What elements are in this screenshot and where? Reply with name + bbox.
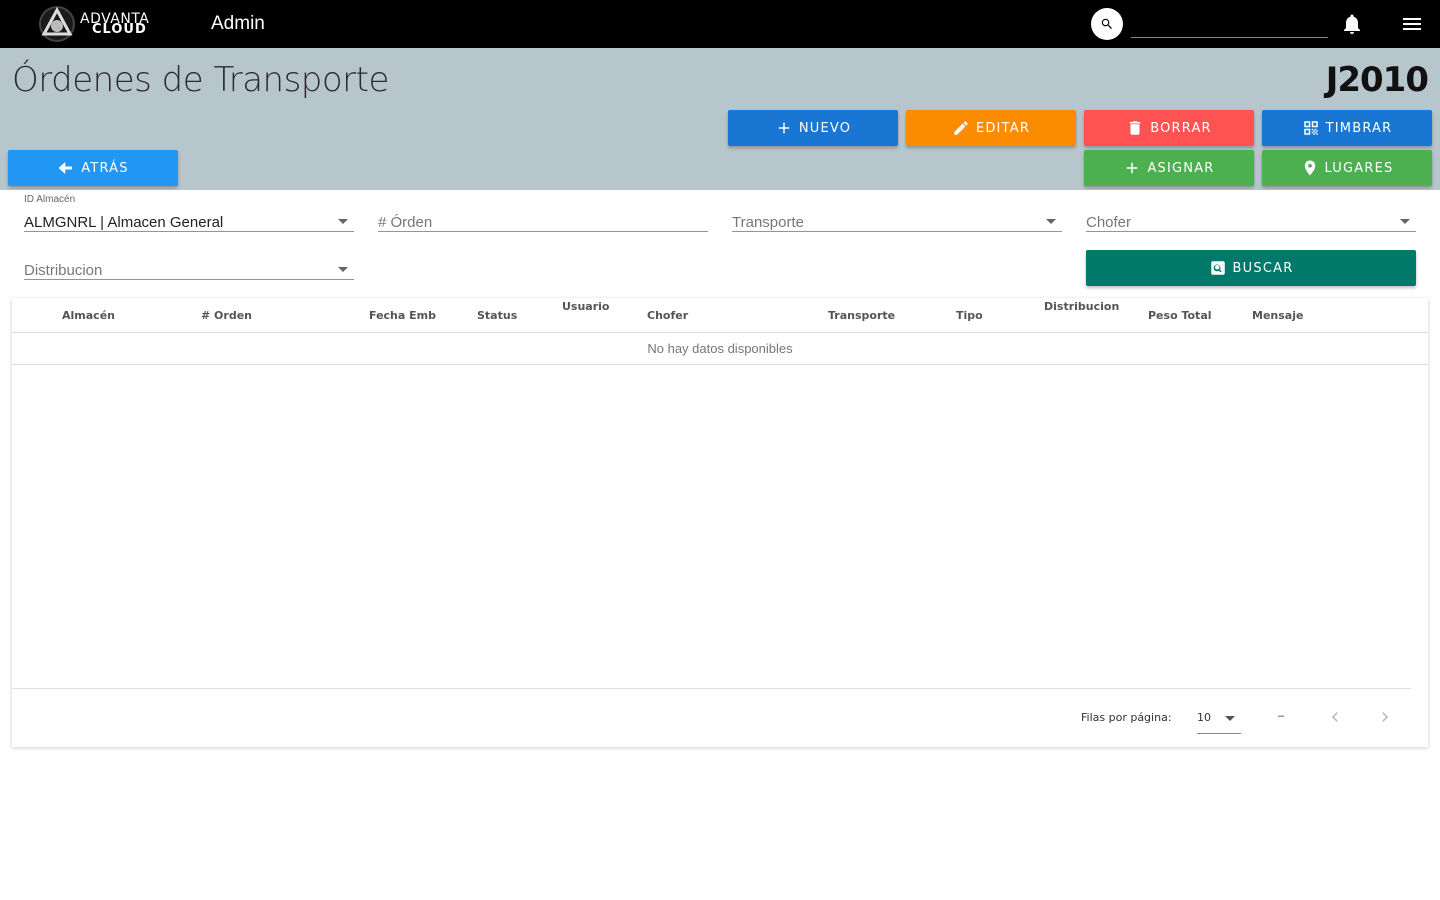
chevron-down-icon (1400, 219, 1410, 224)
transporte-select[interactable]: Transporte (732, 192, 1062, 232)
chevron-right-icon[interactable] (1375, 707, 1395, 727)
column-header-usuario[interactable]: Usuario (562, 300, 610, 313)
app-title: Admin (211, 13, 265, 34)
column-header-orden[interactable]: # Orden (201, 309, 252, 322)
plus-icon (778, 122, 790, 134)
distribucion-placeholder: Distribucion (24, 262, 103, 279)
nuevo-button[interactable]: NUEVO (728, 110, 898, 146)
rows-per-page-label: Filas por página: (1081, 711, 1172, 724)
timbrar-button[interactable]: TIMBRAR (1262, 110, 1432, 146)
column-header-transporte[interactable]: Transporte (828, 309, 895, 322)
pencil-icon (954, 121, 968, 135)
hamburger-menu-icon[interactable] (1400, 12, 1424, 36)
logo-mark-icon (39, 6, 75, 42)
pagination-range: – (1278, 710, 1285, 722)
column-header-fecha-emb[interactable]: Fecha Emb (369, 309, 436, 322)
lugares-button-label: LUGARES (1324, 160, 1394, 176)
almacen-select[interactable]: ID Almacén ALMGNRL | Almacen General (24, 192, 354, 232)
atras-button[interactable]: ATRÁS (8, 150, 178, 186)
chevron-down-icon (338, 219, 348, 224)
column-header-tipo[interactable]: Tipo (956, 309, 983, 322)
chevron-down-icon (1225, 716, 1235, 721)
buscar-button-label: BUSCAR (1232, 260, 1294, 276)
borrar-button[interactable]: BORRAR (1084, 110, 1254, 146)
buscar-button[interactable]: BUSCAR (1086, 250, 1416, 286)
distribucion-select[interactable]: Distribucion (24, 240, 354, 280)
column-header-almacen[interactable]: Almacén (62, 309, 115, 322)
advanta-cloud-logo[interactable]: ADVANTA CLOUD (36, 4, 160, 44)
atras-button-label: ATRÁS (81, 160, 129, 176)
editar-button[interactable]: EDITAR (906, 110, 1076, 146)
column-header-mensaje[interactable]: Mensaje (1252, 309, 1303, 322)
orden-input[interactable]: # Órden (378, 192, 708, 232)
editar-button-label: EDITAR (975, 120, 1031, 136)
search-icon (1101, 18, 1112, 29)
qr-code-icon (1303, 121, 1318, 135)
column-header-distribucion[interactable]: Distribucion (1044, 300, 1119, 313)
asignar-button-label: ASIGNAR (1147, 160, 1215, 176)
orders-table-card: Almacén # Orden Fecha Emb Status Usuario… (12, 298, 1428, 747)
chevron-down-icon (338, 267, 348, 272)
empty-table-message: No hay datos disponibles (12, 333, 1428, 365)
global-search-input[interactable] (1131, 12, 1328, 38)
page-code: J2010 (1325, 60, 1429, 100)
chevron-left-icon[interactable] (1325, 707, 1345, 727)
borrar-button-label: BORRAR (1150, 120, 1212, 136)
table-header: Almacén # Orden Fecha Emb Status Usuario… (12, 298, 1428, 333)
asignar-button[interactable]: ASIGNAR (1084, 150, 1254, 186)
notifications-bell-icon[interactable] (1340, 12, 1364, 36)
transporte-placeholder: Transporte (732, 214, 804, 231)
search-document-icon (1210, 261, 1225, 275)
lugares-button[interactable]: LUGARES (1262, 150, 1432, 186)
almacen-value: ALMGNRL | Almacen General (24, 214, 224, 231)
logo-text-cloud: CLOUD (92, 22, 147, 37)
column-header-status[interactable]: Status (477, 309, 517, 322)
orden-placeholder: # Órden (378, 214, 433, 231)
search-button[interactable] (1091, 8, 1123, 40)
chofer-placeholder: Chofer (1086, 214, 1132, 231)
timbrar-button-label: TIMBRAR (1325, 120, 1393, 136)
nuevo-button-label: NUEVO (798, 120, 852, 136)
top-app-bar: ADVANTA CLOUD Admin (0, 0, 1440, 48)
trash-icon (1129, 121, 1141, 135)
chevron-down-icon (1046, 219, 1056, 224)
almacen-label: ID Almacén (24, 194, 76, 205)
column-header-peso-total[interactable]: Peso Total (1148, 309, 1212, 322)
table-footer-divider (12, 688, 1411, 689)
arrow-left-icon (58, 162, 73, 174)
rows-per-page-select[interactable]: 10 (1197, 704, 1241, 734)
plus-icon (1127, 162, 1138, 174)
map-pin-icon (1304, 160, 1315, 176)
rows-per-page-value: 10 (1197, 711, 1211, 724)
chofer-select[interactable]: Chofer (1086, 192, 1416, 232)
column-header-chofer[interactable]: Chofer (647, 309, 688, 322)
page-title: Órdenes de Transporte (12, 60, 389, 100)
